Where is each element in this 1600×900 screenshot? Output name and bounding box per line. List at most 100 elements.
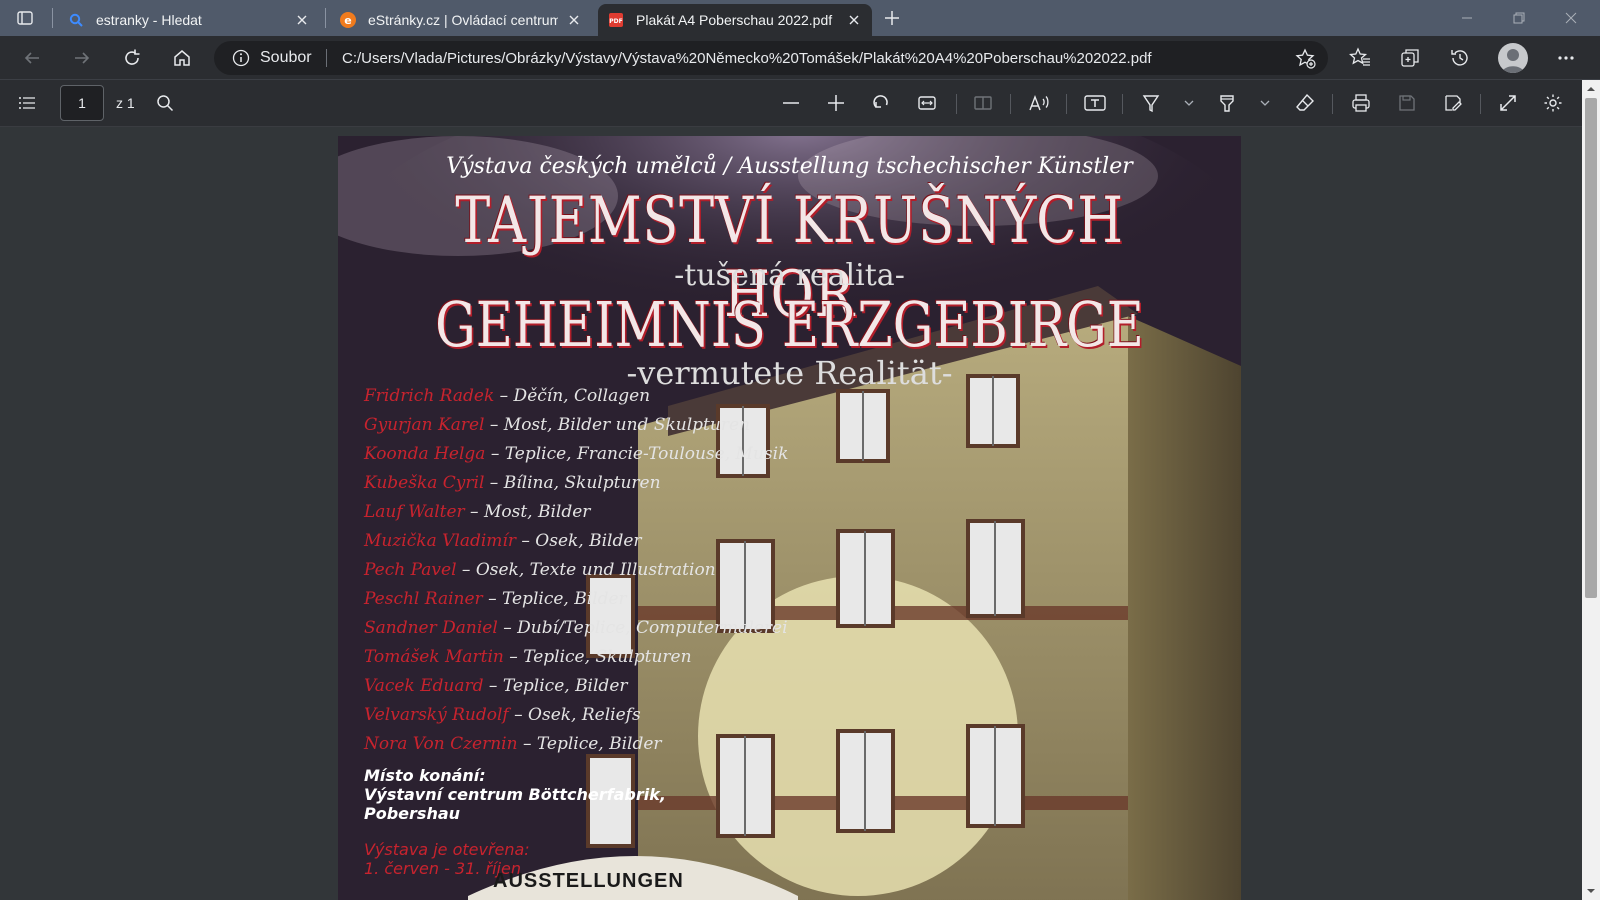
artist-description: – Teplice, Bilder [517, 734, 662, 754]
tab-separator [52, 8, 53, 28]
toolbar-separator [1480, 94, 1481, 114]
table-of-contents-icon[interactable] [12, 88, 42, 118]
settings-gear-icon[interactable] [1538, 88, 1568, 118]
close-icon[interactable] [846, 12, 862, 28]
address-bar[interactable]: Soubor C:/Users/Vlada/Pictures/Obrázky/V… [214, 41, 1328, 75]
artist-description: – Dubí/Teplice, Computermalerei [497, 618, 788, 638]
tab-title: Plakát A4 Poberschau 2022.pdf [636, 12, 833, 28]
tab-estranky[interactable]: e eStránky.cz | Ovládací centrum u [330, 4, 592, 36]
poster-subtitle: Výstava českých umělců / Ausstellung tsc… [446, 154, 1133, 179]
artist-description: – Děčín, Collagen [494, 386, 651, 406]
page-count: z 1 [116, 95, 135, 111]
tab-strip: estranky - Hledat e eStránky.cz | Ovláda… [0, 0, 1600, 36]
artist-name: Gyurjan Karel [364, 415, 485, 435]
close-window-button[interactable] [1548, 4, 1594, 32]
list-item: Sandner Daniel – Dubí/Teplice, Computerm… [364, 618, 788, 647]
artist-name: Velvarský Rudolf [364, 705, 509, 725]
artist-name: Lauf Walter [364, 502, 465, 522]
navigation-bar: Soubor C:/Users/Vlada/Pictures/Obrázky/V… [0, 36, 1600, 80]
tab-search[interactable]: estranky - Hledat [58, 4, 320, 36]
print-icon[interactable] [1346, 88, 1376, 118]
poster-content: Výstava českých umělců / Ausstellung tsc… [338, 136, 1241, 900]
fullscreen-icon[interactable] [1493, 88, 1523, 118]
artist-name: Muzička Vladimír [364, 531, 516, 551]
search-icon[interactable] [150, 88, 180, 118]
favorites-icon[interactable] [1344, 42, 1376, 74]
svg-text:PDF: PDF [609, 18, 622, 25]
zoom-out-icon[interactable] [776, 88, 806, 118]
eraser-icon[interactable] [1290, 88, 1320, 118]
artist-description: – Most, Bilder [464, 502, 591, 522]
artist-name: Pech Pavel [364, 560, 457, 580]
artist-description: – Teplice, Bilder [482, 589, 627, 609]
toolbar-separator [1066, 94, 1067, 114]
venue-name: Výstavní centrum Böttcherfabrik, [364, 785, 666, 804]
info-icon[interactable] [232, 49, 250, 67]
restore-button[interactable] [1496, 4, 1542, 32]
artist-name: Kubeška Cyril [364, 473, 485, 493]
tab-pdf[interactable]: PDF Plakát A4 Poberschau 2022.pdf [598, 4, 872, 36]
zoom-in-icon[interactable] [821, 88, 851, 118]
rotate-icon[interactable] [866, 88, 896, 118]
artist-name: Koonda Helga [364, 444, 486, 464]
close-icon[interactable] [294, 12, 310, 28]
artist-description: – Teplice, Skulpturen [503, 647, 692, 667]
scrollbar-thumb[interactable] [1585, 98, 1597, 598]
draw-icon[interactable] [1136, 88, 1166, 118]
artist-name: Nora Von Czernin [364, 734, 518, 754]
list-item: Muzička Vladimír – Osek, Bilder [364, 531, 788, 560]
minimize-button[interactable] [1444, 4, 1490, 32]
profile-avatar[interactable] [1498, 43, 1528, 73]
add-text-icon[interactable] [1080, 88, 1110, 118]
opening-label: Výstava je otevřena: [364, 840, 530, 859]
tab-title: eStránky.cz | Ovládací centrum u [368, 12, 558, 28]
forward-button[interactable] [66, 42, 98, 74]
add-favorite-icon[interactable] [1294, 47, 1318, 71]
back-button[interactable] [16, 42, 48, 74]
artist-description: – Osek, Texte und Illustration [456, 560, 716, 580]
chevron-down-icon[interactable] [1250, 88, 1280, 118]
page-view-icon[interactable] [968, 88, 998, 118]
artist-name: Peschl Rainer [364, 589, 483, 609]
more-menu-icon[interactable] [1550, 42, 1582, 74]
page-number-input[interactable] [60, 85, 104, 121]
save-icon[interactable] [1392, 88, 1422, 118]
list-item: Fridrich Radek – Děčín, Collagen [364, 386, 788, 415]
list-item: Lauf Walter – Most, Bilder [364, 502, 788, 531]
highlight-icon[interactable] [1212, 88, 1242, 118]
artist-description: – Teplice, Francie-Toulouse, Musik [485, 444, 789, 464]
collections-icon[interactable] [1394, 42, 1426, 74]
artist-description: – Osek, Bilder [515, 531, 642, 551]
list-item: Koonda Helga – Teplice, Francie-Toulouse… [364, 444, 788, 473]
list-item: Kubeška Cyril – Bílina, Skulpturen [364, 473, 788, 502]
toolbar-separator [956, 94, 957, 114]
tab-title: estranky - Hledat [96, 12, 202, 28]
list-item: Pech Pavel – Osek, Texte und Illustratio… [364, 560, 788, 589]
artist-description: – Most, Bilder und Skulpturen [484, 415, 750, 435]
url-text[interactable]: C:/Users/Vlada/Pictures/Obrázky/Výstavy/… [342, 50, 1152, 67]
artist-description: – Bílina, Skulpturen [484, 473, 661, 493]
fit-page-icon[interactable] [912, 88, 942, 118]
new-tab-button[interactable] [878, 6, 906, 30]
svg-text:e: e [344, 14, 351, 27]
refresh-button[interactable] [116, 42, 148, 74]
artist-name: Tomášek Martin [364, 647, 504, 667]
building-sign: AUSSTELLUNGEN [493, 870, 684, 892]
venue-label: Místo konání: [364, 766, 486, 785]
scroll-down-icon[interactable] [1586, 886, 1596, 896]
pdf-viewer[interactable]: Výstava českých umělců / Ausstellung tsc… [0, 127, 1582, 900]
save-as-icon[interactable] [1438, 88, 1468, 118]
home-button[interactable] [166, 42, 198, 74]
tab-actions-icon[interactable] [10, 6, 40, 30]
scrollbar[interactable] [1582, 80, 1600, 900]
list-item: Nora Von Czernin – Teplice, Bilder [364, 734, 788, 763]
venue-city: Pobershau [364, 804, 461, 823]
chevron-down-icon[interactable] [1174, 88, 1204, 118]
close-icon[interactable] [566, 12, 582, 28]
scroll-up-icon[interactable] [1586, 84, 1596, 94]
address-separator [326, 49, 327, 67]
history-icon[interactable] [1444, 42, 1476, 74]
protocol-label: Soubor [260, 49, 312, 66]
read-aloud-icon[interactable] [1024, 88, 1054, 118]
tab-separator [325, 8, 326, 28]
